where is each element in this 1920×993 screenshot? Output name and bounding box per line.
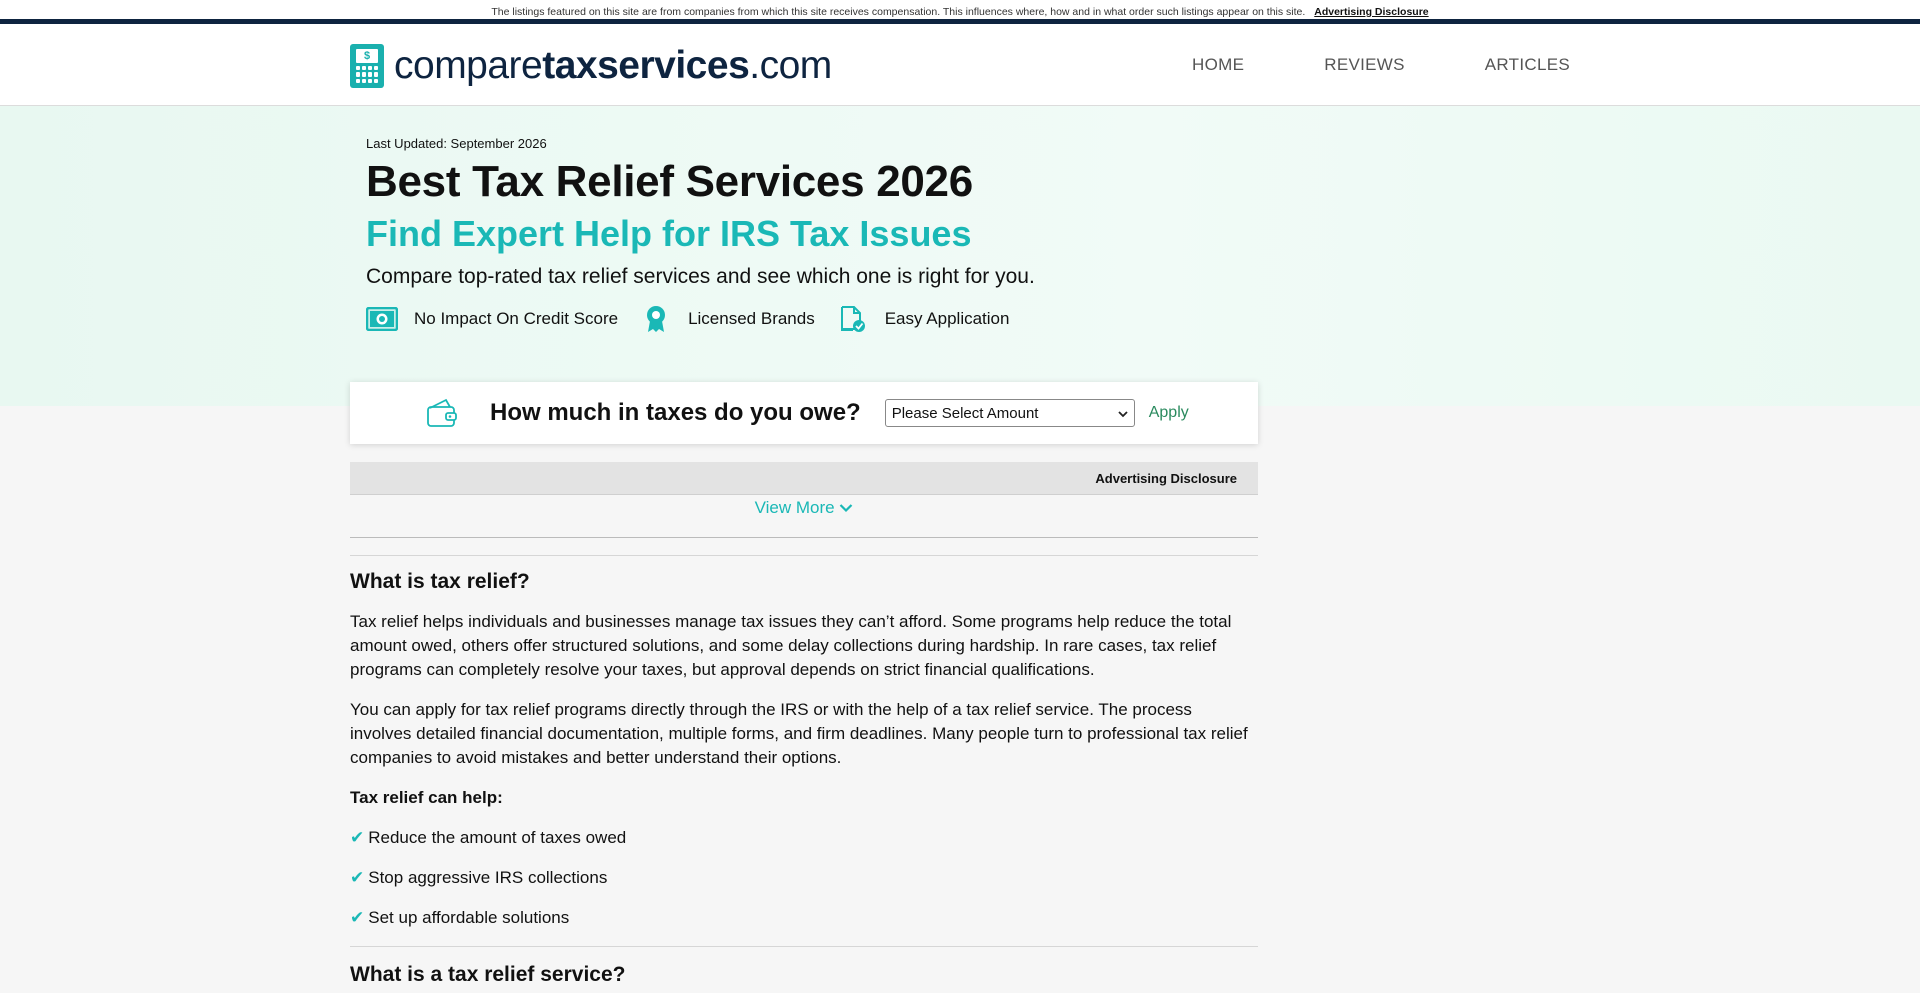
nav-home[interactable]: HOME [1192, 55, 1244, 75]
divider [350, 946, 1258, 947]
hero-section: Last Updated: September 2026 Best Tax Re… [0, 106, 1920, 406]
tagline: Compare top-rated tax relief services an… [366, 265, 1035, 288]
list-item: ✔ Set up affordable solutions [350, 908, 570, 927]
apply-button[interactable]: Apply [1149, 404, 1189, 422]
checkmark-icon: ✔ [350, 828, 365, 847]
divider [350, 555, 1258, 556]
logo-text: comparetaxservices.com [394, 44, 832, 87]
advertising-disclosure-toggle[interactable]: Advertising Disclosure [1095, 471, 1237, 486]
section-heading-what-is-tax-relief: What is tax relief? [350, 570, 530, 593]
nav-articles[interactable]: ARTICLES [1485, 55, 1570, 75]
article-paragraph: Tax relief helps individuals and busines… [350, 612, 1232, 679]
feature-label: Licensed Brands [688, 309, 815, 328]
main-nav: HOME REVIEWS ARTICLES [1192, 24, 1570, 106]
list-item: ✔ Stop aggressive IRS collections [350, 868, 608, 887]
help-list: ✔ Reduce the amount of taxes owed ✔ Stop a… [350, 826, 1258, 930]
checkmark-icon: ✔ [350, 868, 365, 887]
disclosure-text: The listings featured on this site are f… [491, 6, 1306, 18]
page-subtitle: Find Expert Help for IRS Tax Issues [366, 213, 972, 254]
advertising-disclosure-row: Advertising Disclosure [350, 462, 1258, 495]
article-paragraph: You can apply for tax relief programs di… [350, 700, 1248, 767]
checkmark-icon: ✔ [350, 908, 365, 927]
chevron-down-icon [1118, 405, 1128, 422]
page-title: Best Tax Relief Services 2026 [366, 157, 973, 206]
tax-owed-selector-box: How much in taxes do you owe? Please Sel… [350, 382, 1258, 444]
tax-owed-question: How much in taxes do you owe? [490, 399, 861, 426]
chevron-down-icon [839, 498, 853, 517]
calculator-icon: $ [350, 44, 384, 88]
help-list-label: Tax relief can help: [350, 788, 503, 807]
last-updated: Last Updated: September 2026 [366, 136, 547, 151]
feature-list: No Impact On Credit Score Licensed Brand… [366, 305, 1035, 333]
section-heading-what-is-tax-relief-service: What is a tax relief service? [350, 963, 626, 986]
badge-icon [640, 305, 672, 333]
advertising-disclosure-link[interactable]: Advertising Disclosure [1314, 6, 1428, 18]
nav-reviews[interactable]: REVIEWS [1324, 55, 1405, 75]
divider [350, 537, 1258, 538]
site-logo[interactable]: $ comparetaxservices.com [350, 44, 832, 88]
disclosure-bar: The listings featured on this site are f… [0, 0, 1920, 24]
money-icon [366, 305, 398, 333]
feature-no-credit-impact: No Impact On Credit Score [366, 305, 618, 333]
feature-label: No Impact On Credit Score [414, 309, 619, 328]
feature-label: Easy Application [884, 309, 1010, 328]
logo-icon-symbol: $ [356, 49, 378, 63]
document-check-icon [837, 305, 869, 333]
wallet-icon [426, 398, 458, 428]
view-more-label: View More [754, 498, 835, 517]
feature-licensed-brands: Licensed Brands [640, 305, 815, 333]
view-more-button[interactable]: View More [350, 498, 1258, 518]
tax-amount-select[interactable]: Please Select Amount [884, 399, 1135, 427]
site-header: $ comparetaxservices.com HOME REVIEWS AR… [0, 24, 1920, 106]
article-content: What is tax relief? Tax relief helps ind… [350, 570, 1258, 993]
select-value: Please Select Amount [891, 404, 1039, 422]
list-item: ✔ Reduce the amount of taxes owed [350, 828, 627, 847]
feature-easy-application: Easy Application [837, 305, 1010, 333]
